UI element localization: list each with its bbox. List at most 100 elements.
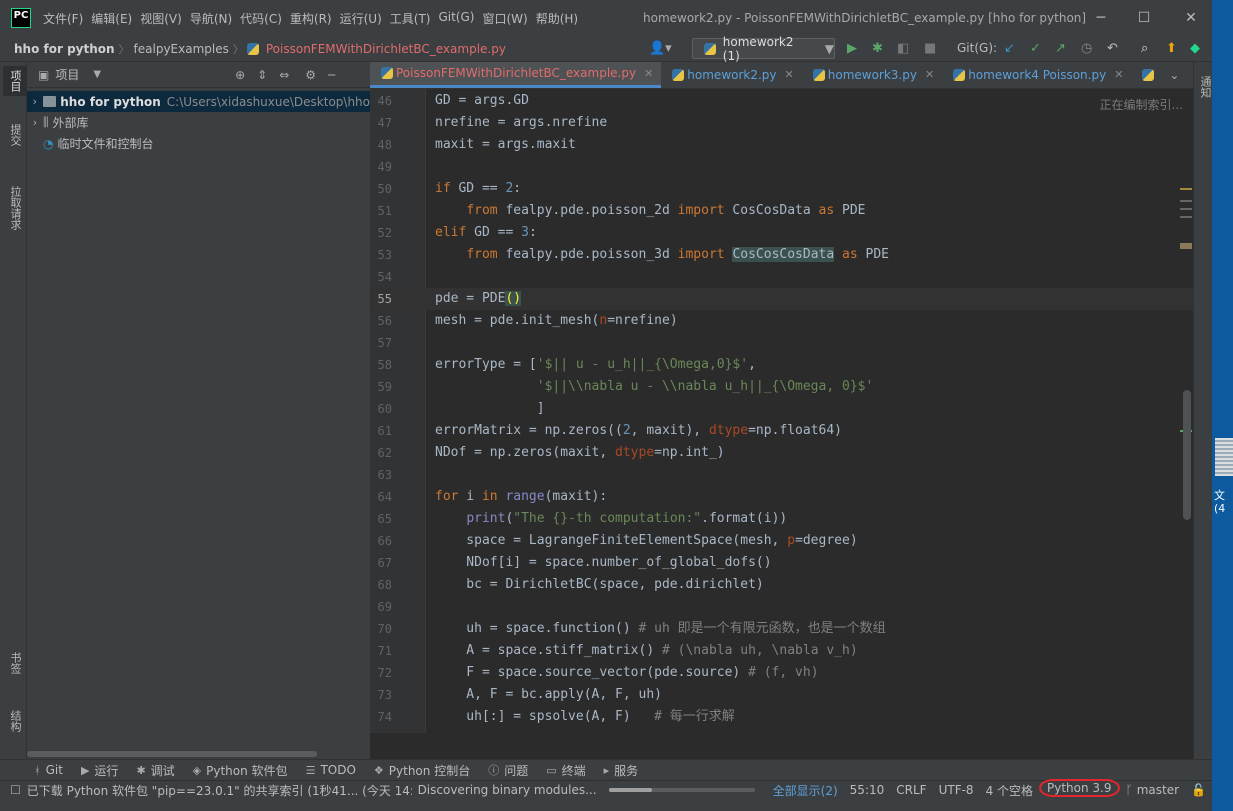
code-line[interactable]: 48 maxit = args.maxit: [370, 134, 1193, 156]
code-line[interactable]: 63: [370, 464, 1193, 486]
close-tab-icon[interactable]: ✕: [785, 68, 794, 81]
tree-item-project-root[interactable]: › hho for python C:\Users\xidashuxue\Des…: [27, 91, 370, 112]
git-update-icon[interactable]: ↙: [1004, 41, 1015, 56]
code-line[interactable]: 46 GD = args.GD: [370, 90, 1193, 112]
tool-run[interactable]: ▶ 运行: [72, 762, 127, 779]
tab-homework3[interactable]: homework3.py ✕: [802, 62, 942, 88]
tool-debug[interactable]: ✱ 调试: [127, 762, 183, 779]
close-tab-icon[interactable]: ✕: [644, 67, 653, 80]
tab-overflow[interactable]: ⌄ ⋮: [1131, 62, 1193, 88]
status-toggle-icon[interactable]: ☐: [0, 783, 27, 797]
close-tab-icon[interactable]: ✕: [925, 68, 934, 81]
code-line[interactable]: 54: [370, 266, 1193, 288]
plugin-icon[interactable]: ◆: [1190, 41, 1200, 56]
code-line-current[interactable]: 55 pde = PDE(): [370, 288, 1193, 310]
menu-code[interactable]: 代码(C): [236, 10, 286, 27]
coverage-icon[interactable]: ◧: [897, 41, 909, 56]
code-line[interactable]: 72 F = space.source_vector(pde.source) #…: [370, 662, 1193, 684]
tool-todo[interactable]: ☰ TODO: [297, 763, 365, 777]
chevron-right-icon[interactable]: ›: [27, 116, 43, 129]
tool-services[interactable]: ▸ 服务: [595, 762, 648, 779]
project-tool-button[interactable]: 项目: [3, 66, 27, 96]
code-line[interactable]: 50 if GD == 2:: [370, 178, 1193, 200]
history-icon[interactable]: ◷: [1081, 41, 1092, 56]
expand-all-icon[interactable]: ⇕: [257, 68, 267, 82]
tool-terminal[interactable]: ▭ 终端: [537, 762, 594, 779]
close-window-icon[interactable]: ✕: [1181, 8, 1201, 28]
menu-git[interactable]: Git(G): [434, 10, 478, 27]
minimize-icon[interactable]: ─: [1091, 8, 1111, 28]
tool-python-packages[interactable]: ◈ Python 软件包: [184, 762, 297, 779]
user-icon[interactable]: 👤▾: [649, 41, 672, 56]
tab-homework2[interactable]: homework2.py ✕: [661, 62, 801, 88]
tree-item-external-libraries[interactable]: › ⫼ 外部库: [27, 112, 370, 133]
git-branch[interactable]: master: [1135, 783, 1185, 797]
gear-icon[interactable]: ⚙: [305, 68, 316, 82]
pull-requests-tool-button[interactable]: 拉取请求: [7, 186, 23, 230]
menu-navigate[interactable]: 导航(N): [186, 10, 236, 27]
menu-window[interactable]: 窗口(W): [478, 10, 531, 27]
breadcrumb-project[interactable]: hho for python: [0, 42, 119, 56]
breadcrumb-file[interactable]: PoissonFEMWithDirichletBC_example.py: [262, 42, 510, 56]
background-task[interactable]: Discovering binary modules...: [412, 783, 603, 797]
code-line[interactable]: 52 elif GD == 3:: [370, 222, 1193, 244]
hide-panel-icon[interactable]: ─: [328, 68, 335, 82]
error-stripe-mark[interactable]: [1180, 200, 1192, 202]
code-line[interactable]: 70 uh = space.function() # uh 即是一个有限元函数，…: [370, 618, 1193, 640]
menu-refactor[interactable]: 重构(R): [286, 10, 336, 27]
menu-help[interactable]: 帮助(H): [532, 10, 582, 27]
code-line[interactable]: 60 ]: [370, 398, 1193, 420]
error-stripe-mark[interactable]: [1180, 208, 1192, 210]
code-line[interactable]: 58 errorType = ['$|| u - u_h||_{\Omega,0}…: [370, 354, 1193, 376]
run-icon[interactable]: ▶: [847, 41, 857, 56]
code-line[interactable]: 71 A = space.stiff_matrix() # (\nabla uh…: [370, 640, 1193, 662]
collapse-all-icon[interactable]: ⇔: [279, 68, 289, 82]
commit-tool-button[interactable]: 提交: [7, 124, 23, 146]
code-line[interactable]: 62 NDof = np.zeros(maxit, dtype=np.int_): [370, 442, 1193, 464]
chevron-down-icon[interactable]: ▼: [93, 69, 101, 80]
menu-tools[interactable]: 工具(T): [386, 10, 435, 27]
search-icon[interactable]: ⌕: [1141, 41, 1148, 56]
tab-homework4[interactable]: homework4 Poisson.py ✕: [942, 62, 1131, 88]
error-stripe-mark[interactable]: [1180, 216, 1192, 218]
code-line[interactable]: 69: [370, 596, 1193, 618]
menu-edit[interactable]: 编辑(E): [87, 10, 136, 27]
vertical-scrollbar[interactable]: [1183, 390, 1191, 520]
code-line[interactable]: 67 NDof[i] = space.number_of_global_dofs…: [370, 552, 1193, 574]
menu-run[interactable]: 运行(U): [336, 10, 386, 27]
caret-position[interactable]: 55:10: [844, 783, 891, 797]
tool-problems[interactable]: ⓘ 问题: [479, 762, 537, 779]
code-line[interactable]: 57: [370, 332, 1193, 354]
maximize-icon[interactable]: ☐: [1134, 8, 1154, 28]
code-line[interactable]: 68 bc = DirichletBC(space, pde.dirichlet…: [370, 574, 1193, 596]
file-encoding[interactable]: UTF-8: [933, 783, 980, 797]
structure-tool-button[interactable]: 结构: [7, 710, 23, 732]
code-line[interactable]: 49: [370, 156, 1193, 178]
stop-icon[interactable]: ■: [924, 41, 936, 56]
python-interpreter[interactable]: Python 3.9: [1039, 779, 1120, 797]
code-line[interactable]: 53 from fealpy.pde.poisson_3d import Cos…: [370, 244, 1193, 266]
breadcrumb-folder[interactable]: fealpyExamples: [130, 42, 233, 56]
horizontal-scrollbar[interactable]: [27, 751, 317, 757]
project-panel-title[interactable]: 项目: [55, 66, 79, 83]
chevron-right-icon[interactable]: ›: [27, 95, 43, 108]
git-commit-icon[interactable]: ✓: [1030, 41, 1041, 56]
locate-icon[interactable]: ⊕: [235, 68, 245, 82]
status-message[interactable]: 已下载 Python 软件包 "pip==23.0.1" 的共享索引 (1秒41…: [27, 782, 412, 799]
code-line[interactable]: 74 uh[:] = spsolve(A, F) # 每一行求解: [370, 706, 1193, 728]
desktop-file-icon[interactable]: [1215, 438, 1233, 476]
code-line[interactable]: 65 print("The {}-th computation:".format…: [370, 508, 1193, 530]
code-line[interactable]: 47 nrefine = args.nrefine: [370, 112, 1193, 134]
tree-item-scratches[interactable]: ◔ 临时文件和控制台: [27, 133, 370, 154]
tool-git[interactable]: ᚼ Git: [0, 763, 72, 777]
menu-view[interactable]: 视图(V): [136, 10, 186, 27]
lock-icon[interactable]: 🔓: [1185, 783, 1212, 797]
bookmarks-tool-button[interactable]: 书签: [7, 652, 23, 674]
show-all-tasks-link[interactable]: 全部显示(2): [767, 782, 844, 799]
code-editor[interactable]: 正在编制索引... 46 GD = args.GD 47 nrefine = arg…: [370, 89, 1193, 733]
code-line[interactable]: 73 A, F = bc.apply(A, F, uh): [370, 684, 1193, 706]
notifications-tool-button[interactable]: 通知: [1197, 76, 1213, 98]
code-line[interactable]: 66 space = LagrangeFiniteElementSpace(me…: [370, 530, 1193, 552]
code-line[interactable]: 59 '$||\\nabla u - \\nabla u_h||_{\Omega…: [370, 376, 1193, 398]
code-line[interactable]: 61 errorMatrix = np.zeros((2, maxit), dty…: [370, 420, 1193, 442]
